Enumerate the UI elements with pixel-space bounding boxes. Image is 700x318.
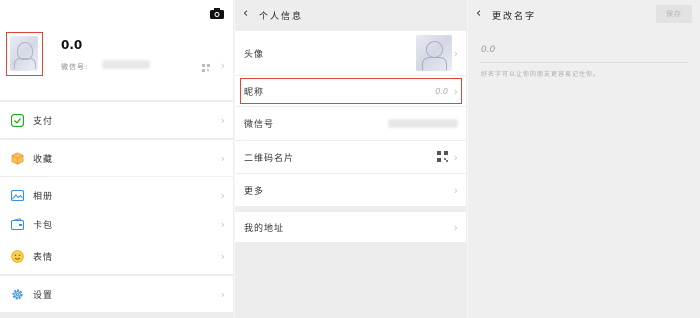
- menu-label-settings: 设置: [33, 290, 54, 301]
- wechat-id-label: 微信号:: [61, 63, 89, 71]
- menu-label-album: 相册: [33, 191, 54, 202]
- chevron-right-icon: ›: [220, 113, 225, 127]
- cards-icon: [11, 217, 24, 230]
- row-wechat-id[interactable]: 微信号: [235, 107, 466, 140]
- sticker-icon: [11, 249, 24, 263]
- qr-code-icon[interactable]: [202, 64, 210, 72]
- avatar-highlight: [6, 32, 43, 76]
- qr-code-icon: [437, 151, 448, 162]
- row-qr-code[interactable]: 二维码名片 ›: [235, 141, 466, 173]
- row-label-more: 更多: [244, 186, 265, 197]
- avatar: [416, 35, 452, 71]
- input-underline: [480, 62, 688, 63]
- chevron-right-icon: ›: [220, 287, 225, 301]
- pay-icon: [11, 113, 24, 127]
- back-arrow-icon[interactable]: ‹: [243, 6, 248, 21]
- profile-header[interactable]: 0.0 微信号: ›: [0, 0, 233, 100]
- wechat-id-redacted: [388, 119, 458, 128]
- me-panel: 0.0 微信号: › 支付 › 收藏 › 相册 › 卡包 › 表情 › 设置 ›: [0, 0, 233, 318]
- back-arrow-icon[interactable]: ‹: [476, 6, 481, 21]
- chevron-right-icon: ›: [453, 220, 458, 234]
- nav-bar: ‹ 个人信息: [235, 0, 466, 30]
- nickname: 0.0: [61, 38, 83, 52]
- camera-icon[interactable]: [210, 8, 224, 19]
- menu-item-favorites[interactable]: 收藏 ›: [0, 140, 233, 176]
- row-label-qr-code: 二维码名片: [244, 153, 295, 164]
- menu-item-settings[interactable]: 设置 ›: [0, 276, 233, 312]
- settings-icon: [12, 288, 23, 300]
- menu-item-pay[interactable]: 支付 ›: [0, 102, 233, 138]
- save-button[interactable]: 保存: [656, 5, 692, 23]
- chevron-right-icon: ›: [220, 249, 225, 263]
- edit-name-panel: ‹ 更改名字 保存 0.0 好名字可以让你的朋友更容易记住你。: [467, 0, 700, 318]
- wechat-id-redacted: [102, 60, 150, 69]
- menu-label-pay: 支付: [33, 116, 54, 127]
- name-input[interactable]: 0.0: [481, 45, 495, 55]
- page-title: 更改名字: [492, 12, 537, 22]
- menu-item-stickers[interactable]: 表情 ›: [0, 238, 233, 274]
- row-avatar[interactable]: 头像 ›: [235, 31, 466, 75]
- menu-label-cards: 卡包: [33, 220, 54, 231]
- page-title: 个人信息: [259, 12, 304, 22]
- menu-item-cards[interactable]: 卡包 ›: [0, 206, 233, 242]
- personal-info-panel: ‹ 个人信息 头像 › 昵称 0.0 › 微信号 二维码名片 › 更多 › 我的…: [234, 0, 466, 318]
- row-label-wechat-id: 微信号: [244, 120, 275, 130]
- chevron-right-icon: ›: [220, 151, 225, 165]
- menu-label-stickers: 表情: [33, 252, 54, 263]
- chevron-right-icon: ›: [453, 183, 458, 197]
- row-my-address[interactable]: 我的地址 ›: [235, 212, 466, 242]
- row-more[interactable]: 更多 ›: [235, 174, 466, 206]
- nav-bar: ‹ 更改名字 保存: [468, 0, 700, 30]
- chevron-right-icon: ›: [453, 46, 458, 60]
- avatar[interactable]: [10, 36, 38, 71]
- menu-label-favorites: 收藏: [33, 154, 54, 165]
- name-row-highlight: [240, 78, 462, 104]
- hint-text: 好名字可以让你的朋友更容易记住你。: [481, 71, 601, 78]
- chevron-right-icon: ›: [220, 59, 225, 72]
- album-icon: [11, 189, 24, 201]
- chevron-right-icon: ›: [220, 188, 225, 202]
- favorites-icon: [11, 151, 24, 165]
- row-label-my-address: 我的地址: [244, 223, 285, 234]
- chevron-right-icon: ›: [220, 217, 225, 231]
- chevron-right-icon: ›: [453, 150, 458, 164]
- row-label-avatar: 头像: [244, 49, 265, 60]
